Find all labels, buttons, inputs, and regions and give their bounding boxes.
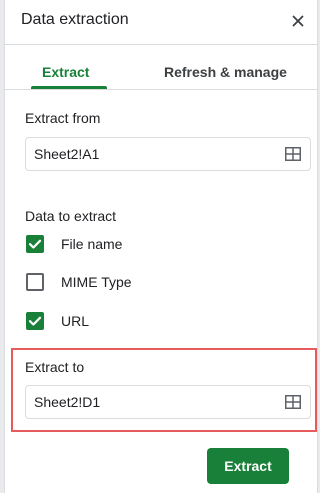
extract-to-field[interactable]: Sheet2!D1 xyxy=(25,385,311,419)
extract-to-label: Extract to xyxy=(25,359,85,375)
tabs-divider xyxy=(5,89,317,90)
extract-from-field[interactable]: Sheet2!A1 xyxy=(25,137,311,171)
checkbox-checked[interactable] xyxy=(26,312,44,330)
grid-select-icon[interactable] xyxy=(285,395,301,409)
option-label: File name xyxy=(61,236,123,252)
extract-from-label: Extract from xyxy=(25,110,101,126)
checkbox-checked[interactable] xyxy=(26,235,44,253)
close-icon[interactable] xyxy=(289,12,307,30)
checkbox-unchecked[interactable] xyxy=(26,273,44,291)
header-divider xyxy=(5,44,317,45)
extract-from-value: Sheet2!A1 xyxy=(34,146,100,162)
data-extraction-panel: Data extraction Extract Refresh & manage… xyxy=(4,0,318,493)
panel-title: Data extraction xyxy=(21,11,129,28)
tab-refresh-manage[interactable]: Refresh & manage xyxy=(164,64,287,80)
option-label: URL xyxy=(61,313,90,329)
tab-extract[interactable]: Extract xyxy=(42,64,89,80)
data-to-extract-label: Data to extract xyxy=(25,208,117,224)
option-label: MIME Type xyxy=(61,274,132,290)
check-icon xyxy=(28,316,42,326)
extract-to-value: Sheet2!D1 xyxy=(34,394,101,410)
check-icon xyxy=(28,239,42,249)
grid-select-icon[interactable] xyxy=(285,147,301,161)
extract-button[interactable]: Extract xyxy=(207,448,289,484)
